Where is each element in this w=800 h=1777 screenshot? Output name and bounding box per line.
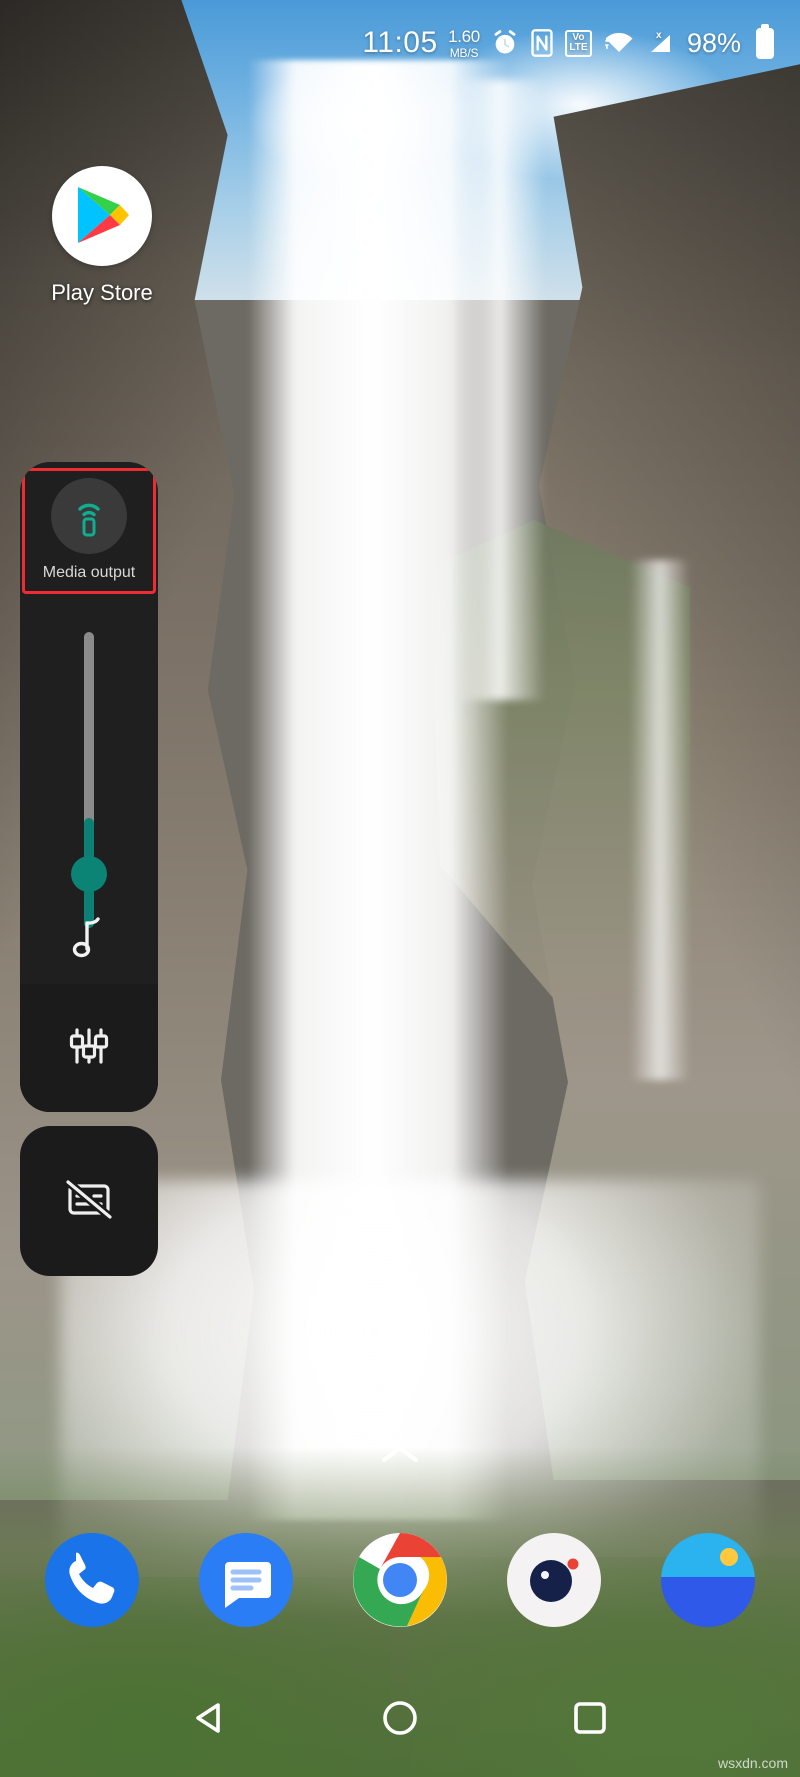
volte-label-bottom: LTE <box>569 42 588 53</box>
audio-settings-button[interactable] <box>20 984 158 1112</box>
play-store-icon[interactable] <box>52 166 152 266</box>
phone-screen: 11:05 1.60 MB/S Vo LTE x 98% Play Store … <box>0 0 800 1777</box>
status-bar-clock: 11:05 <box>362 26 438 59</box>
dock <box>0 1531 800 1629</box>
watermark: wsxdn.com <box>717 1755 788 1771</box>
media-output-button[interactable]: Media output <box>20 462 158 596</box>
cast-phone-icon[interactable] <box>51 478 127 554</box>
slider-thumb[interactable] <box>71 856 107 892</box>
cellular-signal-no-data-icon: x <box>646 29 676 57</box>
navigation-bar <box>0 1659 800 1777</box>
status-bar-icons: 1.60 MB/S Vo LTE x 98% <box>448 27 774 59</box>
messages-icon <box>199 1533 293 1627</box>
camera-icon <box>507 1533 601 1627</box>
photos-gallery-icon <box>661 1533 755 1627</box>
home-circle-icon <box>383 1701 417 1735</box>
music-note-icon <box>67 913 111 966</box>
captions-off-icon[interactable] <box>61 1175 117 1228</box>
dock-item-phone[interactable] <box>43 1531 141 1629</box>
app-drawer-chevron-up-icon[interactable] <box>376 1440 424 1473</box>
audio-sliders-icon[interactable] <box>65 1022 113 1075</box>
media-output-label: Media output <box>42 564 136 581</box>
dock-item-photos-gallery[interactable] <box>659 1531 757 1629</box>
chrome-icon <box>353 1533 447 1627</box>
dock-item-camera[interactable] <box>505 1531 603 1629</box>
recents-square-icon <box>574 1702 606 1734</box>
captions-toggle-button[interactable] <box>20 1126 158 1276</box>
volume-card: Media output <box>20 462 158 1112</box>
battery-percentage: 98% <box>686 27 741 58</box>
app-label: Play Store <box>51 280 153 305</box>
wallpaper-waterfall-secondary <box>455 80 545 700</box>
nav-back-button[interactable] <box>190 1700 230 1736</box>
network-speed-indicator: 1.60 MB/S <box>448 28 480 59</box>
battery-full-icon <box>756 27 774 59</box>
alarm-clock-icon <box>491 29 519 57</box>
wifi-icon <box>603 30 635 56</box>
dock-item-chrome[interactable] <box>351 1531 449 1629</box>
nav-home-button[interactable] <box>380 1698 420 1738</box>
nfc-icon <box>530 29 554 57</box>
phone-icon <box>45 1533 139 1627</box>
nav-recents-button[interactable] <box>570 1698 610 1738</box>
wallpaper-waterfall-side <box>630 560 690 1080</box>
media-volume-slider[interactable] <box>20 596 158 984</box>
volte-icon: Vo LTE <box>564 29 592 57</box>
network-speed-value: 1.60 <box>448 26 480 46</box>
back-triangle-icon <box>196 1703 220 1733</box>
volume-panel: Media output <box>20 462 158 1276</box>
dock-item-messages[interactable] <box>197 1531 295 1629</box>
status-bar: 11:05 1.60 MB/S Vo LTE x 98% <box>0 0 800 86</box>
network-speed-unit: MB/S <box>449 45 479 60</box>
svg-text:x: x <box>656 30 662 41</box>
app-icon-play-store[interactable]: Play Store <box>48 166 156 306</box>
